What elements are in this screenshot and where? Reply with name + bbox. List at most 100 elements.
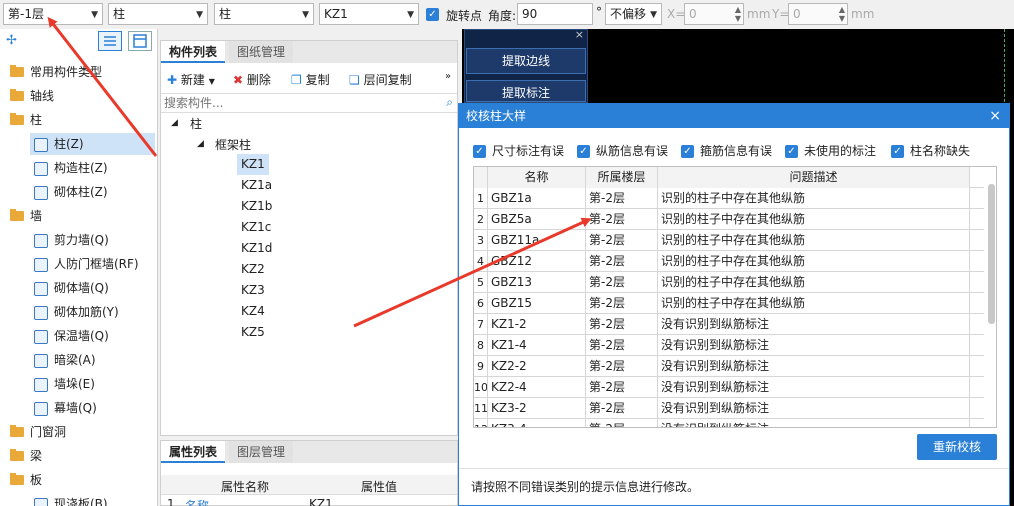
- tab-property-list[interactable]: 属性列表: [161, 441, 226, 463]
- spin-up-icon[interactable]: ▲: [735, 6, 741, 14]
- table-row[interactable]: 5 GBZ13 第-2层 识别的柱子中存在其他纵筋: [474, 272, 984, 293]
- filter-check[interactable]: ✓ 纵筋信息有误: [577, 142, 668, 159]
- table-row[interactable]: 10 KZ2-4 第-2层 没有识别到纵筋标注: [474, 377, 984, 398]
- table-scrollbar[interactable]: [988, 184, 995, 324]
- table-row[interactable]: 6 GBZ15 第-2层 识别的柱子中存在其他纵筋: [474, 293, 984, 314]
- grid-view-icon[interactable]: [128, 31, 152, 51]
- offset-select[interactable]: 不偏移 ▼: [605, 3, 662, 25]
- type-select[interactable]: 柱 ▼: [214, 3, 314, 25]
- pin-icon[interactable]: ✢: [6, 33, 17, 48]
- extract-label-button[interactable]: 提取标注: [466, 80, 586, 102]
- table-row[interactable]: 1 GBZ1a 第-2层 识别的柱子中存在其他纵筋: [474, 188, 984, 209]
- tree-item[interactable]: 暗梁(A): [34, 349, 96, 371]
- table-row[interactable]: 12KZ3-4第-2层没有识别到纵筋标注: [474, 419, 984, 427]
- copy-button[interactable]: ❐ 复制: [291, 71, 330, 88]
- search-box[interactable]: ⌕: [161, 93, 457, 113]
- tree-item[interactable]: 常用构件类型: [10, 61, 102, 83]
- close-icon[interactable]: ×: [989, 104, 1001, 128]
- table-row[interactable]: 11 KZ3-2 第-2层 没有识别到纵筋标注: [474, 398, 984, 419]
- collapse-icon[interactable]: ◢: [197, 139, 204, 149]
- tree-item-label: 剪力墙(Q): [54, 233, 109, 247]
- component-item[interactable]: KZ1a: [237, 175, 276, 196]
- tree-group-label: 框架柱: [215, 138, 252, 152]
- close-icon[interactable]: ×: [575, 28, 584, 41]
- component-item[interactable]: KZ2: [237, 259, 269, 280]
- collapse-icon[interactable]: ◢: [171, 118, 178, 128]
- table-cell-name: KZ1-4: [488, 335, 586, 356]
- filter-check-label: 未使用的标注: [804, 144, 877, 158]
- search-input[interactable]: [161, 94, 431, 112]
- search-icon[interactable]: ⌕: [446, 95, 453, 110]
- tree-item[interactable]: 梁: [10, 445, 42, 467]
- tree-item-label: 幕墙(Q): [54, 401, 97, 415]
- component-item[interactable]: KZ3: [237, 280, 269, 301]
- column-header[interactable]: 所属楼层: [586, 167, 658, 188]
- tree-item[interactable]: 砌体墙(Q): [34, 277, 109, 299]
- prop-col-value: 属性值: [361, 480, 398, 494]
- x-input[interactable]: 0 ▲ ▼: [684, 3, 744, 25]
- tree-item[interactable]: 人防门框墙(RF): [34, 253, 139, 275]
- prop-row[interactable]: 1 名称 KZ1: [161, 496, 457, 506]
- spin-up-icon[interactable]: ▲: [839, 6, 845, 14]
- category-select[interactable]: 柱 ▼: [108, 3, 208, 25]
- tree-item[interactable]: 砌体柱(Z): [34, 181, 108, 203]
- tree-item[interactable]: 板: [10, 469, 42, 491]
- table-cell-no: 10: [474, 377, 488, 398]
- floor-select[interactable]: 第-1层 ▼: [3, 3, 103, 25]
- table-row[interactable]: 3 GBZ11a 第-2层 识别的柱子中存在其他纵筋: [474, 230, 984, 251]
- angle-input[interactable]: 90: [517, 3, 593, 25]
- spin-down-icon[interactable]: ▼: [839, 15, 845, 23]
- tree-item[interactable]: 轴线: [10, 85, 54, 107]
- component-item[interactable]: KZ1c: [237, 217, 275, 238]
- dialog-title-bar[interactable]: 校核柱大样 ×: [459, 104, 1009, 128]
- extract-edge-button[interactable]: 提取边线: [466, 48, 586, 74]
- tree-item[interactable]: 柱: [10, 109, 42, 131]
- component-select[interactable]: KZ1 ▼: [319, 3, 419, 25]
- filter-check[interactable]: ✓ 箍筋信息有误: [681, 142, 772, 159]
- tab-layer-management[interactable]: 图层管理: [229, 441, 294, 463]
- tree-item[interactable]: 幕墙(Q): [34, 397, 97, 419]
- component-item[interactable]: KZ1d: [237, 238, 276, 259]
- tree-item[interactable]: 保温墙(Q): [34, 325, 109, 347]
- tree-item[interactable]: 墙垛(E): [34, 373, 95, 395]
- column-header[interactable]: 名称: [488, 167, 586, 188]
- component-item[interactable]: KZ5: [237, 322, 269, 343]
- spin-down-icon[interactable]: ▼: [735, 15, 741, 23]
- recheck-button[interactable]: 重新校核: [917, 434, 997, 460]
- more-icon[interactable]: »: [445, 71, 451, 82]
- table-row[interactable]: 8 KZ1-4 第-2层 没有识别到纵筋标注: [474, 335, 984, 356]
- tree-item[interactable]: 构造柱(Z): [34, 157, 108, 179]
- filter-check[interactable]: ✓ 未使用的标注: [785, 142, 876, 159]
- table-cell-no: 11: [474, 398, 488, 419]
- tree-item[interactable]: 剪力墙(Q): [34, 229, 109, 251]
- table-cell-floor: 第-2层: [586, 398, 658, 419]
- filter-check[interactable]: ✓ 尺寸标注有误: [473, 142, 564, 159]
- component-item[interactable]: KZ4: [237, 301, 269, 322]
- tree-item[interactable]: 砌体加筋(Y): [34, 301, 119, 323]
- table-cell-no: 2: [474, 209, 488, 230]
- table-row[interactable]: 7 KZ1-2 第-2层 没有识别到纵筋标注: [474, 314, 984, 335]
- tab-drawing-management[interactable]: 图纸管理: [229, 41, 294, 63]
- table-row[interactable]: 2 GBZ5a 第-2层 识别的柱子中存在其他纵筋: [474, 209, 984, 230]
- table-row[interactable]: 9 KZ2-2 第-2层 没有识别到纵筋标注: [474, 356, 984, 377]
- tree-item[interactable]: 墙: [10, 205, 42, 227]
- property-panel: 属性列表 图层管理 属性名称 属性值 1 名称 KZ1: [160, 440, 458, 506]
- tree-item[interactable]: 门窗洞: [10, 421, 66, 443]
- floor-copy-button[interactable]: ❏ 层间复制: [349, 71, 412, 88]
- rotate-point-checkbox[interactable]: ✓: [426, 8, 439, 21]
- filter-check[interactable]: ✓ 柱名称缺失: [891, 142, 970, 159]
- new-button[interactable]: ✚ 新建 ▼: [167, 71, 215, 88]
- prop-row-value: KZ1: [309, 497, 333, 506]
- delete-button[interactable]: ✖ 删除: [233, 71, 271, 88]
- component-item[interactable]: KZ1: [237, 154, 269, 175]
- tab-component-list[interactable]: 构件列表: [161, 41, 226, 63]
- list-view-icon[interactable]: [98, 31, 122, 51]
- table-cell-name: GBZ5a: [488, 209, 586, 230]
- component-item[interactable]: KZ1b: [237, 196, 276, 217]
- filter-check-label: 箍筋信息有误: [700, 144, 773, 158]
- y-input[interactable]: 0 ▲ ▼: [788, 3, 848, 25]
- tree-item[interactable]: 柱(Z): [30, 133, 155, 155]
- table-row[interactable]: 4 GBZ12 第-2层 识别的柱子中存在其他纵筋: [474, 251, 984, 272]
- tree-item[interactable]: 现浇板(B): [34, 493, 108, 506]
- column-header[interactable]: 问题描述: [658, 167, 970, 188]
